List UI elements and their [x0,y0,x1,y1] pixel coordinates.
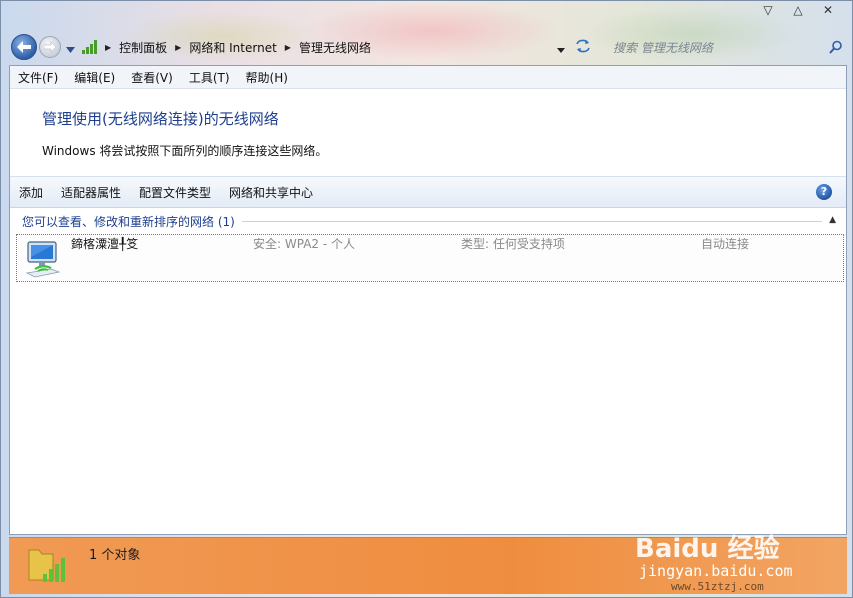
chevron-down-icon [557,48,565,53]
watermark-brand: Baidu 经验 [635,534,780,564]
network-name: 鍗楁潥澶╀笅 [71,237,139,251]
address-bar[interactable]: ▶ 控制面板 ▶ 网络和 Internet ▶ 管理无线网络 [81,35,551,59]
forward-button[interactable] [39,36,61,58]
menu-file[interactable]: 文件(F) [10,69,66,86]
wireless-network-icon [25,241,61,278]
network-list-item[interactable]: 鍗楁潥澶╀笅 安全: WPA2 - 个人 类型: 任何受支持项 自动连接 [16,234,844,282]
network-connect-mode: 自动连接 [701,237,750,251]
help-icon[interactable]: ? [816,184,832,200]
network-security: 安全: WPA2 - 个人 [253,237,355,251]
page-title: 管理使用(无线网络连接)的无线网络 [42,110,279,128]
minimize-button[interactable]: ▽ [758,3,778,17]
profile-types-button[interactable]: 配置文件类型 [130,184,220,201]
explorer-window: ▽ △ ✕ ▶ 控制面板 ▶ 网络和 Internet ▶ 管理无线网络 搜索 … [0,0,853,598]
refresh-icon [576,39,590,53]
arrow-right-icon [44,42,56,52]
add-button[interactable]: 添加 [10,184,52,201]
caption-buttons: ▽ △ ✕ [758,3,838,17]
network-type: 类型: 任何受支持项 [461,237,565,251]
collapse-group-icon[interactable]: ▲ [829,215,836,225]
network-sharing-center-button[interactable]: 网络和共享中心 [220,184,322,201]
status-bar: 1 个对象 Baidu 经验 jingyan.baidu.com www.51z… [9,534,847,594]
menu-help[interactable]: 帮助(H) [238,69,296,86]
refresh-button[interactable] [575,39,591,56]
page-description: Windows 将尝试按照下面所列的顺序连接这些网络。 [42,144,328,158]
network-signal-icon [82,40,97,54]
breadcrumb-manage-wireless[interactable]: 管理无线网络 [299,39,371,56]
recent-pages-dropdown[interactable] [66,42,75,56]
menu-edit[interactable]: 编辑(E) [66,69,123,86]
menu-bar: 文件(F) 编辑(E) 查看(V) 工具(T) 帮助(H) [10,66,846,89]
back-button[interactable] [11,34,37,60]
folder-signal-icon [28,549,65,582]
baidu-watermark: Baidu 经验 jingyan.baidu.com www.51ztzj.co… [635,524,835,594]
breadcrumb-separator-icon[interactable]: ▶ [105,43,111,52]
command-bar: 添加 适配器属性 配置文件类型 网络和共享中心 ? [10,176,846,208]
menu-tools[interactable]: 工具(T) [181,69,238,86]
navigation-row: ▶ 控制面板 ▶ 网络和 Internet ▶ 管理无线网络 搜索 管理无线网络 [9,33,844,61]
breadcrumb-network-internet[interactable]: 网络和 Internet [189,39,276,56]
breadcrumb-separator-icon[interactable]: ▶ [285,43,291,52]
breadcrumb-control-panel[interactable]: 控制面板 [119,39,167,56]
search-input[interactable]: 搜索 管理无线网络 [605,35,845,59]
close-button[interactable]: ✕ [818,3,838,17]
watermark-url: jingyan.baidu.com [639,562,793,580]
group-divider [242,221,822,222]
maximize-button[interactable]: △ [788,3,808,17]
group-header[interactable]: 您可以查看、修改和重新排序的网络 (1) [22,213,235,230]
object-count: 1 个对象 [89,548,141,563]
adapter-properties-button[interactable]: 适配器属性 [52,184,130,201]
breadcrumb-separator-icon[interactable]: ▶ [175,43,181,52]
chevron-down-icon [66,47,75,53]
search-placeholder: 搜索 管理无线网络 [613,40,713,55]
watermark-url-secondary: www.51ztzj.com [671,580,764,593]
address-history-dropdown[interactable] [557,42,565,56]
search-icon[interactable] [829,40,843,54]
arrow-left-icon [17,41,31,53]
content-pane: 文件(F) 编辑(E) 查看(V) 工具(T) 帮助(H) 管理使用(无线网络连… [9,65,847,535]
menu-view[interactable]: 查看(V) [123,69,181,86]
